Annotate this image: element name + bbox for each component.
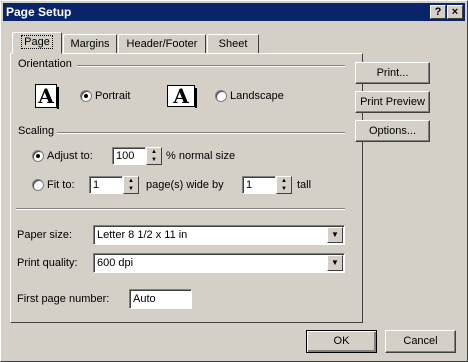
options-button[interactable]: Options... xyxy=(355,120,430,142)
adjust-to-label[interactable]: Adjust to: xyxy=(47,150,93,162)
fit-wide-spinner[interactable]: ▲ ▼ xyxy=(123,176,139,194)
close-button[interactable]: × xyxy=(447,5,463,19)
landscape-page-icon: A xyxy=(167,85,197,108)
orientation-label: Orientation xyxy=(18,58,72,70)
tab-header-footer[interactable]: Header/Footer xyxy=(118,34,206,54)
landscape-radio[interactable] xyxy=(215,90,227,102)
portrait-label[interactable]: Portrait xyxy=(95,90,130,102)
chevron-down-icon[interactable]: ▼ xyxy=(327,227,343,243)
paper-size-select[interactable]: Letter 8 1/2 x 11 in xyxy=(93,225,345,245)
first-page-number-label: First page number: xyxy=(17,293,110,305)
tab-sheet[interactable]: Sheet xyxy=(207,34,259,54)
scaling-divider xyxy=(57,132,345,134)
tab-page[interactable]: Page xyxy=(12,32,62,54)
spin-up-icon[interactable]: ▲ xyxy=(147,148,161,156)
landscape-label[interactable]: Landscape xyxy=(230,90,284,102)
adjust-to-spinner[interactable]: ▲ ▼ xyxy=(146,147,162,165)
ok-button[interactable]: OK xyxy=(306,330,377,353)
chevron-down-icon[interactable]: ▼ xyxy=(327,255,343,271)
window-title: Page Setup xyxy=(6,5,72,19)
fit-wide-suffix: page(s) wide by xyxy=(146,179,224,191)
paper-size-label: Paper size: xyxy=(17,229,73,241)
orientation-divider xyxy=(77,65,345,67)
spin-up-icon[interactable]: ▲ xyxy=(277,177,291,185)
spin-up-icon[interactable]: ▲ xyxy=(124,177,138,185)
scaling-label: Scaling xyxy=(18,125,55,137)
adjust-to-input[interactable]: 100 xyxy=(112,147,146,165)
print-button[interactable]: Print... xyxy=(355,62,430,84)
tab-margins[interactable]: Margins xyxy=(63,34,117,54)
adjust-to-radio[interactable] xyxy=(32,150,44,162)
portrait-page-icon: A xyxy=(35,84,59,109)
print-quality-select[interactable]: 600 dpi xyxy=(93,253,345,273)
tab-sheet-label: Sheet xyxy=(218,38,248,50)
first-page-number-input[interactable]: Auto xyxy=(129,289,192,309)
tab-margins-label: Margins xyxy=(70,38,110,50)
print-preview-button[interactable]: Print Preview xyxy=(355,91,430,113)
adjust-to-suffix: % normal size xyxy=(166,150,236,162)
print-quality-label: Print quality: xyxy=(17,257,78,269)
spin-down-icon[interactable]: ▼ xyxy=(124,185,138,193)
fit-to-radio[interactable] xyxy=(32,179,44,191)
title-bar[interactable]: Page Setup ? × xyxy=(3,3,465,21)
spin-down-icon[interactable]: ▼ xyxy=(147,156,161,164)
fit-tall-spinner[interactable]: ▲ ▼ xyxy=(276,176,292,194)
portrait-radio[interactable] xyxy=(80,90,92,102)
tab-page-label: Page xyxy=(21,35,53,49)
fit-to-label[interactable]: Fit to: xyxy=(47,179,75,191)
fit-tall-suffix: tall xyxy=(297,179,312,191)
fit-tall-input[interactable]: 1 xyxy=(242,176,276,194)
tab-header-footer-label: Header/Footer xyxy=(126,38,198,50)
help-button[interactable]: ? xyxy=(430,5,446,19)
page-setup-dialog: Page Setup ? × Page Margins Header/Foote… xyxy=(0,0,468,362)
cancel-button[interactable]: Cancel xyxy=(385,330,456,353)
section-divider xyxy=(16,208,345,210)
fit-wide-input[interactable]: 1 xyxy=(89,176,123,194)
spin-down-icon[interactable]: ▼ xyxy=(277,185,291,193)
